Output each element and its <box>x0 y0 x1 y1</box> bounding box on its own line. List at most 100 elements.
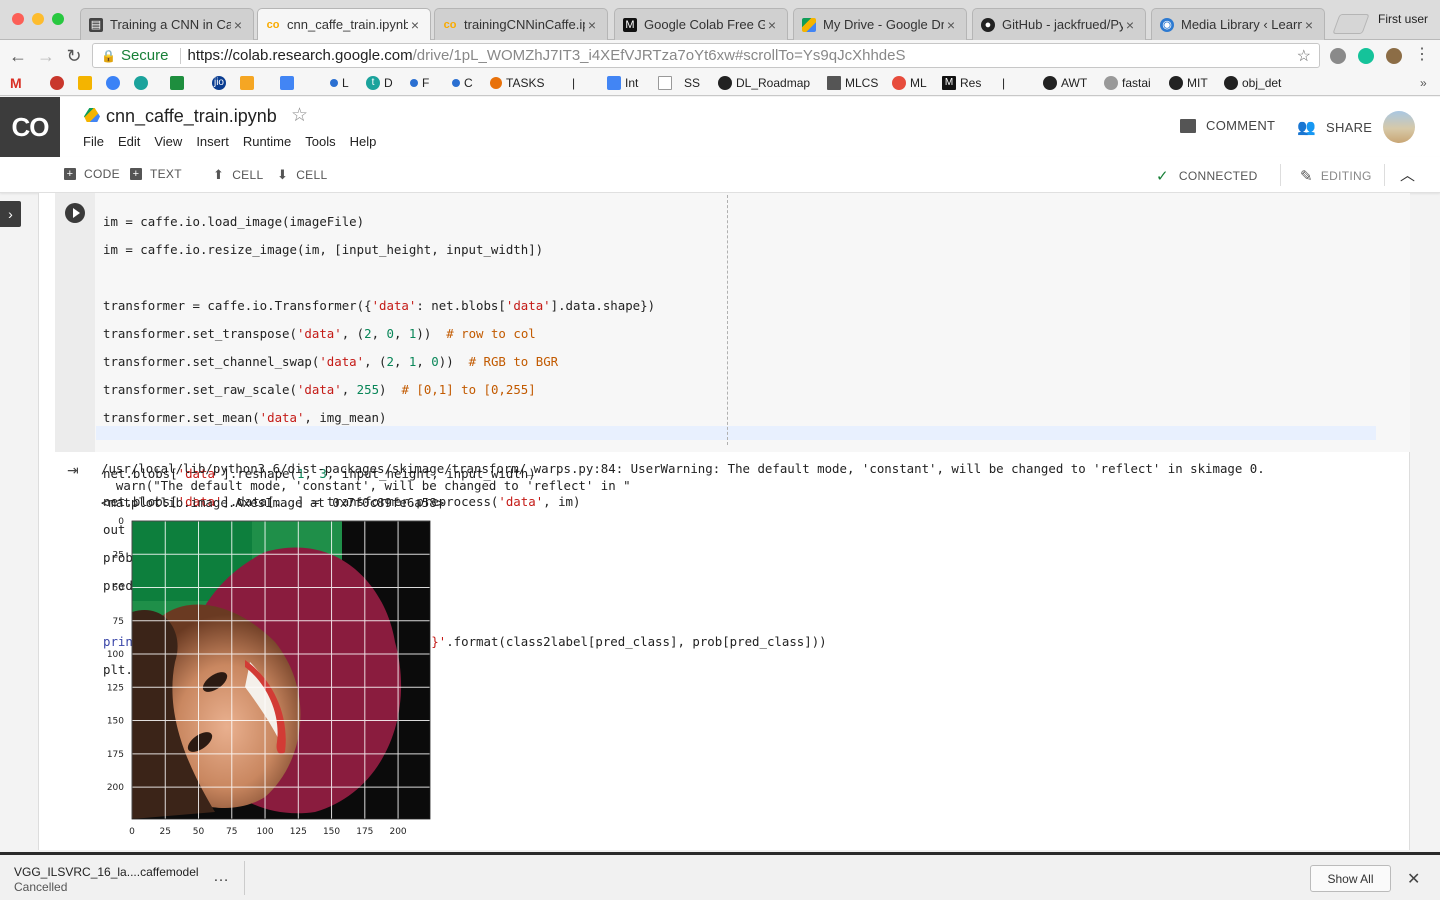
more-options-icon[interactable]: … <box>213 868 230 886</box>
menu-insert[interactable]: Insert <box>196 134 229 149</box>
bookmark-item[interactable]: fastai <box>1104 76 1151 90</box>
notebook-title[interactable]: cnn_caffe_train.ipynb <box>106 106 277 127</box>
tab-title: Media Library ‹ Learn <box>1181 17 1302 32</box>
bookmark-icon[interactable] <box>280 76 298 90</box>
editing-mode-button[interactable]: ✎ EDITING <box>1300 167 1372 185</box>
bookmark-item[interactable]: Int <box>607 76 638 90</box>
bookmark-label: SS <box>684 76 701 90</box>
star-icon[interactable]: ☆ <box>291 104 308 127</box>
menu-view[interactable]: View <box>154 134 182 149</box>
x-tick-label: 0 <box>129 827 135 837</box>
bookmark-item[interactable]: M Res <box>942 76 981 90</box>
bookmark-icon[interactable] <box>170 76 188 90</box>
browser-tab[interactable]: My Drive - Google Dri × <box>793 8 967 40</box>
colab-logo[interactable]: CO <box>0 97 60 157</box>
bookmark-label: MLCS <box>845 76 879 90</box>
bookmark-item[interactable]: C <box>452 76 473 90</box>
menu-tools[interactable]: Tools <box>305 134 335 149</box>
bookmark-icon[interactable] <box>134 76 152 90</box>
bookmark-icon[interactable] <box>240 76 258 90</box>
close-tab-icon[interactable]: × <box>944 17 958 33</box>
bookmark-icon[interactable] <box>106 76 124 90</box>
bookmark-icon[interactable] <box>50 76 68 90</box>
bookmark-item[interactable]: MLCS <box>827 76 878 90</box>
bookmark-item[interactable]: obj_det <box>1224 76 1281 90</box>
bookmark-item[interactable]: tD <box>366 76 393 90</box>
back-arrow-icon[interactable]: ← <box>8 46 28 67</box>
plus-icon: + <box>64 168 76 180</box>
browser-tab[interactable]: M Google Colab Free GP × <box>614 8 788 40</box>
add-text-button[interactable]: + TEXT <box>130 167 182 181</box>
close-tab-icon[interactable]: × <box>585 17 599 33</box>
connected-label: CONNECTED <box>1178 169 1258 183</box>
pencil-icon: ✎ <box>1300 168 1313 185</box>
url-host: https://colab.research.google.com <box>187 47 413 64</box>
close-tab-icon[interactable]: × <box>408 17 422 33</box>
bookmark-item[interactable]: L <box>330 76 349 90</box>
bookmark-item[interactable]: MIT <box>1169 76 1208 90</box>
grammarly-icon[interactable] <box>1358 48 1374 64</box>
close-tab-icon[interactable]: × <box>231 17 245 33</box>
secure-label: Secure <box>120 47 169 64</box>
move-cell-down-button[interactable]: ⬇ CELL <box>277 167 327 183</box>
share-button[interactable]: 👥 SHARE <box>1297 118 1372 136</box>
comment-button[interactable]: COMMENT <box>1180 118 1275 133</box>
address-bar[interactable]: 🔒 Secure https://colab.research.google.c… <box>92 43 1320 68</box>
connected-status[interactable]: ✓ CONNECTED <box>1156 167 1258 185</box>
cell-toolbar: + CODE + TEXT ⬆ CELL ⬇ CELL ✓ CONNECTED ✎ EDIT… <box>0 157 1440 193</box>
new-tab-button[interactable] <box>1332 14 1370 34</box>
cell-output: /usr/local/lib/python3.6/dist-packages/s… <box>101 460 1406 511</box>
minimize-window-button[interactable] <box>32 13 44 25</box>
gmail-icon[interactable]: M <box>10 75 22 91</box>
drive-icon[interactable] <box>78 76 96 90</box>
chevron-right-icon[interactable]: › <box>0 201 21 227</box>
add-code-button[interactable]: + CODE <box>64 167 120 181</box>
move-cell-up-button[interactable]: ⬆ CELL <box>213 167 263 183</box>
browser-tab-active[interactable]: co cnn_caffe_train.ipynb × <box>257 8 431 40</box>
x-tick-label: 25 <box>160 827 171 837</box>
bookmark-item[interactable]: DL_Roadmap <box>718 76 810 90</box>
reload-icon[interactable]: ↻ <box>64 46 84 67</box>
arrow-up-icon: ⬆ <box>213 167 225 182</box>
menu-file[interactable]: File <box>83 134 104 149</box>
menu-edit[interactable]: Edit <box>118 134 140 149</box>
extension-icon[interactable] <box>1330 48 1346 64</box>
forward-arrow-icon[interactable]: → <box>36 46 56 67</box>
download-filename[interactable]: VGG_ILSVRC_16_la....caffemodel <box>14 865 199 879</box>
chrome-menu-icon[interactable]: ⋮ <box>1414 44 1430 64</box>
image-plot: 0 25 50 75 100 125 150 175 200 0 25 50 75 100 125 150 1… <box>107 517 431 837</box>
y-tick-label: 100 <box>107 650 124 660</box>
drive-icon <box>802 17 816 32</box>
extension-icon[interactable] <box>1386 48 1402 64</box>
maximize-window-button[interactable] <box>52 13 64 25</box>
bookmark-item[interactable]: TASKS <box>490 76 544 90</box>
avatar[interactable] <box>1383 111 1415 143</box>
profile-label[interactable]: First user <box>1378 12 1428 26</box>
bookmark-item[interactable]: AWT <box>1043 76 1087 90</box>
output-icon[interactable]: ⇥ <box>67 462 79 479</box>
bookmark-item[interactable]: ML <box>892 76 927 90</box>
show-all-button[interactable]: Show All <box>1310 865 1391 892</box>
star-icon[interactable]: ☆ <box>1297 46 1311 66</box>
close-tab-icon[interactable]: × <box>765 17 779 33</box>
run-cell-button[interactable] <box>65 203 85 223</box>
close-tab-icon[interactable]: × <box>1302 17 1316 33</box>
close-window-button[interactable] <box>12 13 24 25</box>
chevron-up-icon[interactable]: ︿ <box>1400 164 1415 185</box>
download-bar: VGG_ILSVRC_16_la....caffemodel Cancelled… <box>0 852 1440 900</box>
jio-icon[interactable]: jio <box>212 76 230 90</box>
y-tick-label: 150 <box>107 717 124 727</box>
menu-runtime[interactable]: Runtime <box>243 134 291 149</box>
menu-help[interactable]: Help <box>350 134 377 149</box>
x-tick-label: 100 <box>256 827 273 837</box>
bookmark-item[interactable]: SS <box>658 76 700 90</box>
bookmark-label: obj_det <box>1242 76 1282 90</box>
close-icon[interactable]: ✕ <box>1407 869 1420 889</box>
browser-tab[interactable]: ● GitHub - jackfrued/Py × <box>972 8 1146 40</box>
bookmark-item[interactable]: F <box>410 76 429 90</box>
more-bookmarks-icon[interactable]: » <box>1420 76 1427 90</box>
browser-tab[interactable]: ▤ Training a CNN in Caf × <box>80 8 254 40</box>
browser-tab[interactable]: co trainingCNNinCaffe.ip × <box>434 8 608 40</box>
close-tab-icon[interactable]: × <box>1123 17 1137 33</box>
browser-tab[interactable]: ◉ Media Library ‹ Learn × <box>1151 8 1325 40</box>
